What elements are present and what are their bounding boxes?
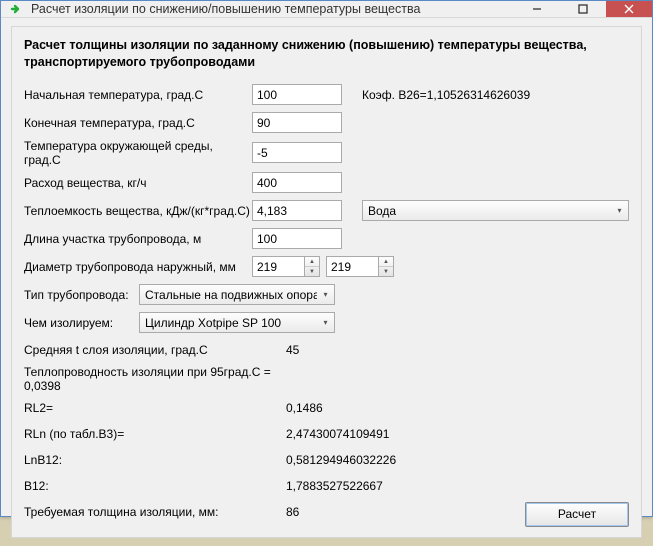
label-rln: RLn (по табл.B3)= [24,427,286,441]
label-lnb12: LnB12: [24,453,286,467]
close-button[interactable] [606,1,652,17]
label-diameter: Диаметр трубопровода наружный, мм [24,260,252,274]
input-pipe-len[interactable] [252,228,342,249]
chevron-up-icon: ▲ [305,257,319,267]
combo-medium-value: Вода [368,204,611,218]
value-rl2: 0,1486 [286,401,323,415]
label-b12: B12: [24,479,286,493]
combo-medium[interactable]: Вода ▾ [362,200,629,221]
window-controls [514,1,652,17]
window-title: Расчет изоляции по снижению/повышению те… [31,2,514,16]
chevron-down-icon: ▾ [317,318,334,327]
client-area: Расчет толщины изоляции по заданному сни… [1,18,652,546]
label-ins-mat: Чем изолируем: [24,316,139,330]
spinner-diam-b[interactable]: ▲▼ [326,256,394,277]
label-heat-cap: Теплоемкость вещества, кДж/(кг*град.С) [24,204,252,218]
label-rl2: RL2= [24,401,286,415]
value-b12: 1,7883527522667 [286,479,383,493]
maximize-button[interactable] [560,1,606,17]
titlebar: Расчет изоляции по снижению/повышению те… [1,1,652,18]
app-icon [9,1,25,17]
label-t-end: Конечная температура, град.С [24,116,252,130]
spinner-buttons[interactable]: ▲▼ [304,256,320,277]
label-flow: Расход вещества, кг/ч [24,176,252,190]
label-lambda95: Теплопроводность изоляции при 95град.С =… [24,365,286,393]
combo-ins-mat[interactable]: Цилиндр Xotpipe SP 100 ▾ [139,312,335,333]
chevron-down-icon: ▾ [611,206,628,215]
value-rln: 2,47430074109491 [286,427,389,441]
label-pipe-type: Тип трубопровода: [24,288,139,302]
input-t-end[interactable] [252,112,342,133]
combo-pipe-type[interactable]: Стальные на подвижных опорах ▾ [139,284,335,305]
spinner-diam-a[interactable]: ▲▼ [252,256,320,277]
input-diam-a[interactable] [252,256,304,277]
combo-pipe-type-value: Стальные на подвижных опорах [145,288,317,302]
chevron-down-icon: ▾ [317,290,334,299]
input-heat-cap[interactable] [252,200,342,221]
combo-ins-mat-value: Цилиндр Xotpipe SP 100 [145,316,317,330]
input-t-start[interactable] [252,84,342,105]
value-lnb12: 0,581294946032226 [286,453,396,467]
input-t-env[interactable] [252,142,342,163]
chevron-down-icon: ▼ [379,267,393,276]
calc-button-label: Расчет [558,507,596,521]
coef-b26: Коэф. В26=1,10526314626039 [362,88,530,102]
spinner-buttons[interactable]: ▲▼ [378,256,394,277]
chevron-up-icon: ▲ [379,257,393,267]
app-window: Расчет изоляции по снижению/повышению те… [0,0,653,517]
chevron-down-icon: ▼ [305,267,319,276]
input-flow[interactable] [252,172,342,193]
calc-button[interactable]: Расчет [525,502,629,527]
label-pipe-len: Длина участка трубопровода, м [24,232,252,246]
panel-heading: Расчет толщины изоляции по заданному сни… [24,37,629,71]
label-layer-t: Средняя t слоя изоляции, град.С [24,343,286,357]
label-t-env: Температура окружающей среды, град.С [24,139,252,167]
minimize-button[interactable] [514,1,560,17]
input-diam-b[interactable] [326,256,378,277]
form-panel: Расчет толщины изоляции по заданному сни… [11,26,642,538]
value-layer-t: 45 [286,343,299,357]
label-t-start: Начальная температура, град.С [24,88,252,102]
